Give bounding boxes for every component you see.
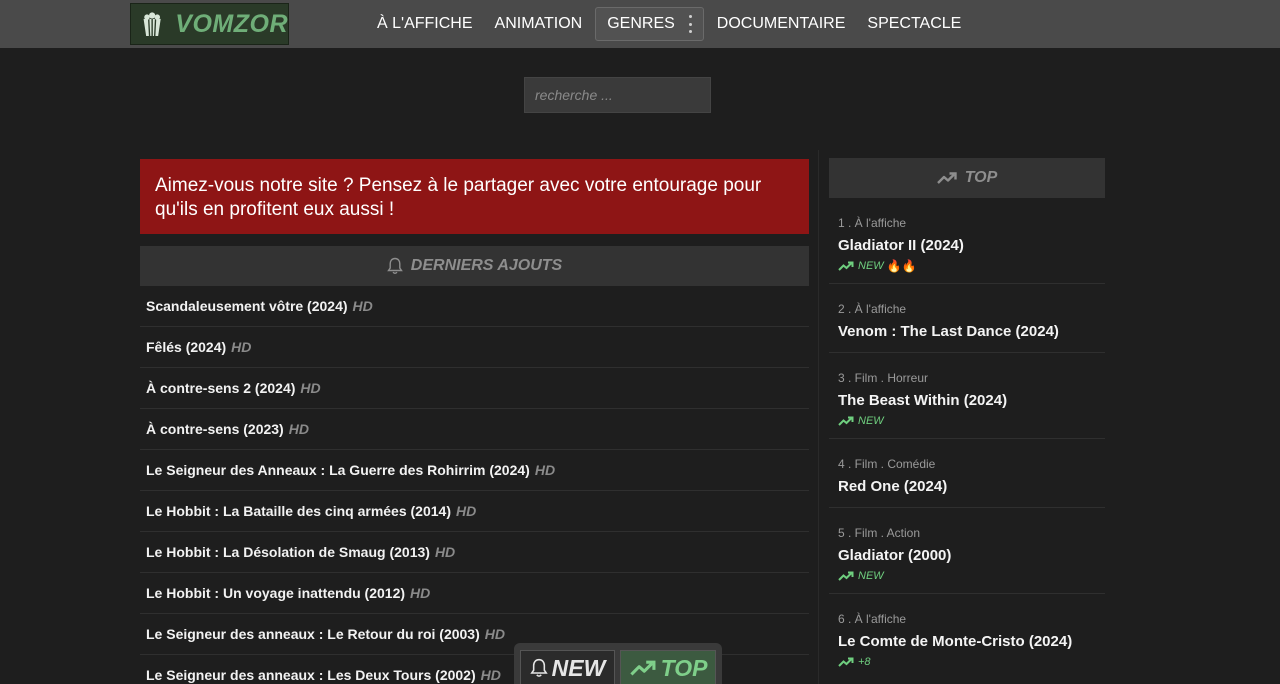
top-list-item[interactable]: 1 . À l'affiche Gladiator II (2024) NEW …: [829, 198, 1105, 284]
top-toggle-button[interactable]: TOP: [620, 650, 716, 684]
new-badge: NEW: [838, 569, 1096, 583]
top-section-title: TOP: [964, 169, 998, 186]
new-toggle-label: NEW: [551, 654, 606, 681]
top-item-title: Venom : The Last Dance (2024): [838, 323, 1059, 340]
bell-icon: [386, 257, 403, 274]
movie-title: Le Hobbit : Un voyage inattendu (2012): [146, 585, 406, 601]
list-item[interactable]: À contre-sens (2023) HD: [140, 409, 809, 450]
quality-badge: HD: [434, 544, 456, 560]
list-item[interactable]: Scandaleusement vôtre (2024) HD: [140, 286, 809, 327]
quality-badge: HD: [231, 339, 252, 355]
top-item-meta: 2 . À l'affiche: [838, 302, 907, 316]
movie-title: Fêlés (2024): [146, 339, 227, 355]
top-item-title: Gladiator (2000): [838, 547, 952, 564]
logo-text: VOMZOR: [175, 9, 288, 38]
nav-genres-dropdown[interactable]: GENRES: [595, 7, 704, 41]
list-item[interactable]: À contre-sens 2 (2024) HD: [140, 368, 809, 409]
quality-badge: HD: [484, 626, 505, 642]
trending-up-icon: [629, 660, 656, 676]
nav-a-laffiche[interactable]: À L'AFFICHE: [366, 7, 484, 41]
top-list-item[interactable]: 3 . Film . Horreur The Beast Within (202…: [829, 353, 1105, 439]
quality-badge: HD: [300, 380, 321, 396]
top-item-meta: 1 . À l'affiche: [838, 216, 907, 230]
movie-title: Le Seigneur des Anneaux : La Guerre des …: [146, 462, 530, 478]
trending-up-icon: [838, 571, 854, 581]
top-item-title: Le Comte de Monte-Cristo (2024): [838, 633, 1073, 650]
badge-label: NEW: [858, 260, 884, 272]
nav-animation[interactable]: ANIMATION: [484, 7, 594, 41]
top-item-meta: 3 . Film . Horreur: [838, 371, 929, 385]
top-list-item[interactable]: 4 . Film . Comédie Red One (2024): [829, 439, 1105, 508]
list-item[interactable]: Le Seigneur des Anneaux : La Guerre des …: [140, 450, 809, 491]
top-list-item[interactable]: 6 . À l'affiche Le Comte de Monte-Cristo…: [829, 594, 1105, 684]
new-badge: NEW: [838, 414, 1096, 428]
list-item[interactable]: Fêlés (2024) HD: [140, 327, 809, 368]
quality-badge: HD: [288, 421, 309, 437]
list-item[interactable]: Le Hobbit : La Désolation de Smaug (2013…: [140, 532, 809, 573]
share-banner: Aimez-vous notre site ? Pensez à le part…: [140, 159, 809, 234]
top-list: 1 . À l'affiche Gladiator II (2024) NEW …: [829, 198, 1105, 684]
badge-label: NEW: [858, 415, 884, 427]
rank-change-badge: +8: [838, 655, 1096, 669]
top-list-item[interactable]: 2 . À l'affiche Venom : The Last Dance (…: [829, 284, 1105, 353]
movie-title: Scandaleusement vôtre (2024): [146, 298, 348, 314]
trending-up-icon: [936, 172, 957, 184]
quality-badge: HD: [456, 503, 477, 519]
latest-section-header: DERNIERS AJOUTS: [140, 246, 809, 286]
quality-badge: HD: [534, 462, 556, 478]
kebab-menu-icon: [688, 15, 693, 33]
fire-icon: 🔥🔥: [886, 259, 917, 273]
nav-documentaire[interactable]: DOCUMENTAIRE: [706, 7, 857, 41]
quality-badge: HD: [352, 298, 373, 314]
movie-title: Le Hobbit : La Bataille des cinq armées …: [146, 503, 451, 519]
site-logo[interactable]: VOMZOR: [130, 3, 289, 45]
latest-list: Scandaleusement vôtre (2024) HD Fêlés (20…: [140, 286, 809, 684]
latest-section-title: DERNIERS AJOUTS: [410, 257, 563, 274]
trending-up-icon: [838, 657, 854, 667]
top-list-item[interactable]: 5 . Film . Action Gladiator (2000) NEW: [829, 508, 1105, 594]
top-item-title: Red One (2024): [838, 478, 948, 495]
movie-title: À contre-sens 2 (2024): [146, 380, 296, 396]
top-item-meta: 4 . Film . Comédie: [838, 457, 936, 471]
nav-genres-label: GENRES: [607, 15, 675, 32]
floating-toggle-bar: NEW TOP: [514, 643, 722, 684]
list-item[interactable]: Le Hobbit : La Bataille des cinq armées …: [140, 491, 809, 532]
trending-up-icon: [838, 416, 854, 426]
quality-badge: HD: [480, 667, 501, 683]
badge-label: +8: [858, 656, 871, 668]
movie-title: Le Seigneur des anneaux : Le Retour du r…: [146, 626, 480, 642]
movie-title: Le Hobbit : La Désolation de Smaug (2013…: [146, 544, 430, 560]
top-toggle-label: TOP: [660, 654, 708, 681]
movie-title: À contre-sens (2023): [146, 421, 284, 437]
top-section-header: TOP: [829, 158, 1105, 198]
top-item-title: The Beast Within (2024): [838, 392, 1008, 409]
nav-spectacle[interactable]: SPECTACLE: [856, 7, 972, 41]
list-item[interactable]: Le Hobbit : Un voyage inattendu (2012) HD: [140, 573, 809, 614]
bell-icon: [529, 658, 548, 677]
top-item-meta: 6 . À l'affiche: [838, 612, 907, 626]
badge-label: NEW: [858, 570, 884, 582]
column-divider: [818, 150, 819, 684]
trending-up-icon: [838, 261, 854, 271]
top-item-title: Gladiator II (2024): [838, 237, 964, 254]
main-nav: À L'AFFICHE ANIMATION GENRES DOCUMENTAIR…: [366, 0, 972, 48]
movie-title: Le Seigneur des anneaux : Les Deux Tours…: [146, 667, 476, 683]
top-navbar: VOMZOR À L'AFFICHE ANIMATION GENRES DOCU…: [0, 0, 1280, 48]
new-badge: NEW 🔥🔥: [838, 259, 1096, 273]
new-toggle-button[interactable]: NEW: [520, 650, 615, 684]
quality-badge: HD: [410, 585, 431, 601]
popcorn-logo-icon: [143, 12, 161, 37]
search-input[interactable]: [524, 77, 711, 113]
top-item-meta: 5 . Film . Action: [838, 526, 921, 540]
